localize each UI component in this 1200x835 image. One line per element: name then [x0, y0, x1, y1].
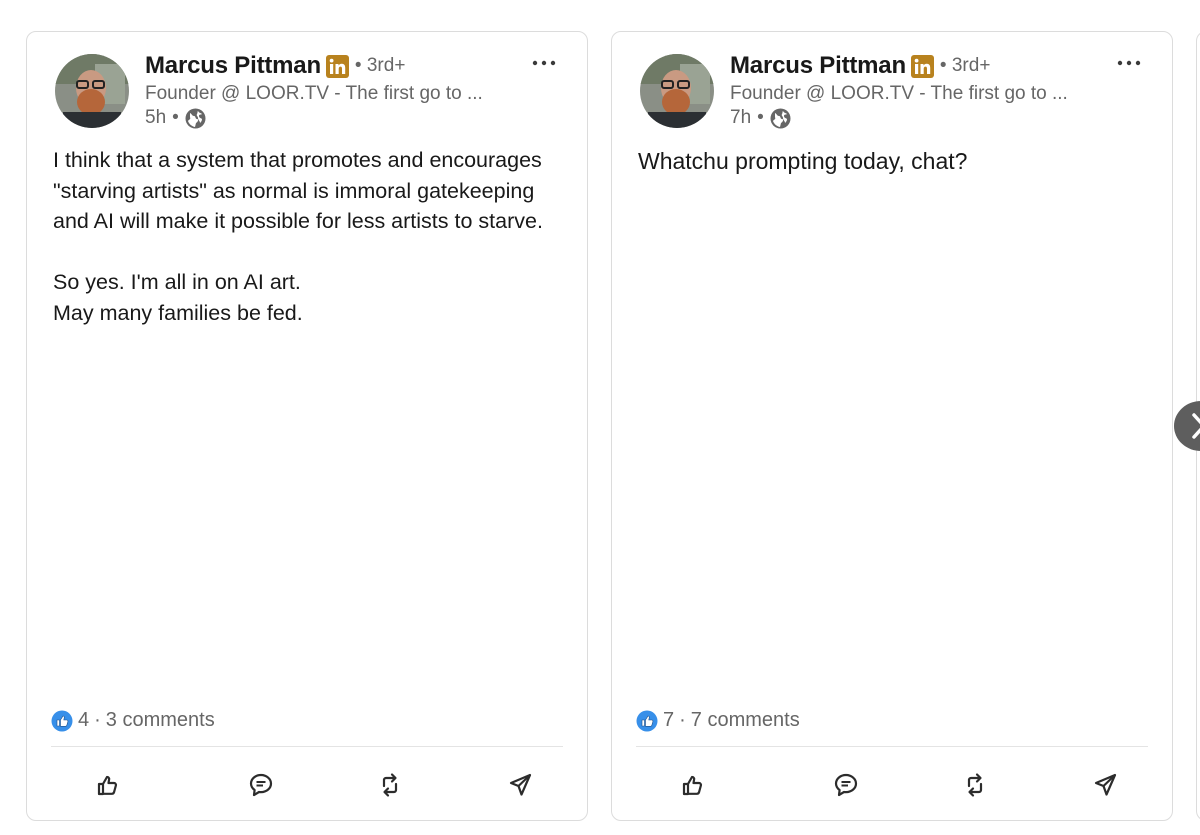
globe-icon	[770, 108, 791, 129]
divider	[636, 746, 1148, 747]
post-paragraph: I think that a system that promotes and …	[53, 148, 543, 233]
post-meta: 7h •	[730, 107, 791, 129]
connection-degree: • 3rd+	[939, 55, 991, 76]
author-headline: Founder @ LOOR.TV - The first go to ...	[730, 83, 1068, 104]
comment-count[interactable]: 3 comments	[106, 709, 215, 732]
social-counts: 7 · 7 comments	[636, 709, 800, 732]
separator: ·	[94, 709, 101, 731]
send-button[interactable]	[1089, 768, 1123, 802]
comment-icon	[249, 773, 273, 797]
send-icon	[509, 773, 532, 796]
action-bar	[636, 768, 1148, 802]
chevron-right-icon	[1192, 413, 1200, 439]
linkedin-icon	[325, 54, 349, 78]
post-paragraph: Whatchu prompting today, chat?	[638, 148, 968, 174]
globe-icon	[185, 108, 206, 129]
comment-button[interactable]	[244, 768, 278, 802]
author-name[interactable]: Marcus Pittman	[730, 52, 906, 80]
comment-button[interactable]	[829, 768, 863, 802]
post-card: Marcus Pittman • 3rd+ Founder @ LOOR.TV …	[611, 31, 1173, 821]
like-icon	[636, 710, 658, 732]
avatar[interactable]	[640, 54, 714, 128]
social-counts: 4 · 3 comments	[51, 709, 215, 732]
avatar[interactable]	[55, 54, 129, 128]
reaction-count[interactable]: 4	[78, 709, 89, 732]
post-meta: 5h •	[145, 107, 206, 129]
like-icon	[97, 775, 118, 796]
connection-degree: • 3rd+	[354, 55, 406, 76]
post-line: May many families be fed.	[53, 300, 303, 325]
post-time: 5h	[145, 107, 167, 128]
post-text: I think that a system that promotes and …	[53, 145, 567, 328]
post-time: 7h	[730, 107, 752, 128]
meta-bullet: •	[172, 107, 179, 128]
post-card: Marcus Pittman • 3rd+ Founder @ LOOR.TV …	[26, 31, 588, 821]
like-button[interactable]	[91, 768, 125, 802]
post-line: So yes. I'm all in on AI art.	[53, 270, 301, 294]
meta-bullet: •	[757, 107, 764, 128]
send-button[interactable]	[504, 768, 538, 802]
like-icon	[51, 710, 73, 732]
like-icon	[682, 775, 703, 796]
more-options-button[interactable]	[527, 52, 561, 74]
divider	[51, 746, 563, 747]
action-bar	[51, 768, 563, 802]
repost-button[interactable]	[373, 768, 407, 802]
author-headline: Founder @ LOOR.TV - The first go to ...	[145, 83, 483, 104]
linkedin-icon	[910, 54, 934, 78]
send-icon	[1094, 773, 1117, 796]
repost-icon	[382, 773, 398, 797]
carousel-next-button[interactable]	[1174, 401, 1200, 451]
more-options-button[interactable]	[1112, 52, 1146, 74]
post-text: Whatchu prompting today, chat?	[638, 146, 1152, 177]
repost-icon	[967, 773, 983, 797]
comment-count[interactable]: 7 comments	[691, 709, 800, 732]
comment-icon	[834, 773, 858, 797]
separator: ·	[679, 709, 686, 731]
like-button[interactable]	[676, 768, 710, 802]
reaction-count[interactable]: 7	[663, 709, 674, 732]
repost-button[interactable]	[958, 768, 992, 802]
author-name[interactable]: Marcus Pittman	[145, 52, 321, 80]
